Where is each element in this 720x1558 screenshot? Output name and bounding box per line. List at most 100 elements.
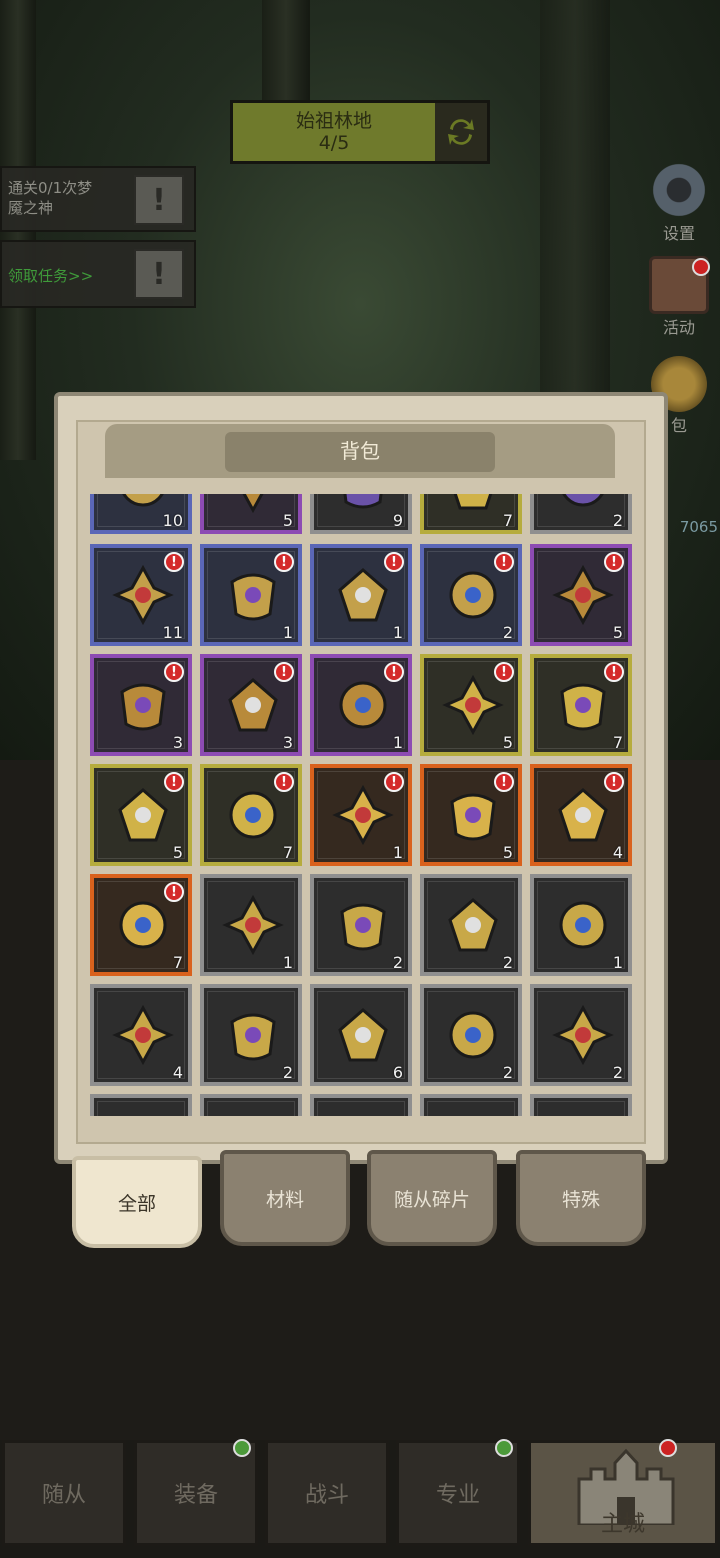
nav-battle[interactable]: 战斗 <box>265 1440 389 1546</box>
activity-button[interactable]: 活动 <box>644 256 714 338</box>
inventory-slot[interactable]: 5! <box>90 764 192 866</box>
item-count: 5 <box>502 843 513 862</box>
alert-icon: ! <box>604 772 624 792</box>
item-count: 1 <box>392 843 403 862</box>
inventory-slot[interactable]: 5! <box>420 654 522 756</box>
activity-label: 活动 <box>662 318 695 337</box>
inventory-slot[interactable]: 1! <box>310 654 412 756</box>
inventory-slot[interactable]: 2 <box>420 874 522 976</box>
item-count: 7 <box>612 733 623 752</box>
inventory-slot[interactable]: 2 <box>530 984 632 1086</box>
inventory-slot[interactable]: 10 <box>90 494 192 534</box>
inventory-slot[interactable]: 3! <box>200 654 302 756</box>
item-count: 11 <box>162 623 183 642</box>
inventory-slot[interactable]: 7! <box>530 654 632 756</box>
inventory-slot[interactable]: 7! <box>90 874 192 976</box>
inventory-slot[interactable]: 3! <box>90 654 192 756</box>
item-count: 6 <box>392 1063 403 1082</box>
alert-icon: ! <box>274 662 294 682</box>
inventory-slot[interactable]: 1 <box>200 874 302 976</box>
item-count: 1 <box>392 623 403 642</box>
slot-frame <box>317 1101 405 1116</box>
alert-icon: ! <box>274 772 294 792</box>
sun-amulet-icon <box>112 564 174 626</box>
nav-profession[interactable]: 专业 <box>396 1439 520 1546</box>
map-title-box: 始祖林地 4/5 <box>233 103 435 161</box>
item-count: 10 <box>162 511 183 530</box>
alert-icon: ! <box>384 662 404 682</box>
tab-special[interactable]: 特殊 <box>516 1150 646 1246</box>
map-banner[interactable]: 始祖林地 4/5 <box>230 100 490 164</box>
horn-item <box>453 494 493 510</box>
nav-followers[interactable]: 随从 <box>2 1440 126 1546</box>
quest-item[interactable]: 通关0/1次梦 魇之神 ! <box>0 166 196 232</box>
nav-equipment[interactable]: 装备 <box>134 1439 258 1546</box>
inventory-slot[interactable]: 5! <box>420 764 522 866</box>
inventory-slot[interactable]: 11! <box>90 544 192 646</box>
tab-label: 全部 <box>117 1192 156 1215</box>
inventory-slot[interactable]: 2 <box>310 874 412 976</box>
shuriken-icon <box>448 898 498 952</box>
inventory-slot[interactable]: 1 <box>530 874 632 976</box>
inventory-slot[interactable]: 2! <box>420 544 522 646</box>
inventory-slot[interactable]: 5! <box>530 544 632 646</box>
quest-claim-link[interactable]: 领取任务>> <box>8 266 93 286</box>
inventory-slot[interactable]: 2 <box>420 984 522 1086</box>
inventory-slot[interactable] <box>200 1094 302 1116</box>
item-count: 7 <box>282 843 293 862</box>
purple-crest-icon <box>112 1004 174 1066</box>
inventory-slot[interactable]: 1! <box>200 544 302 646</box>
inventory-slot[interactable] <box>420 1094 522 1116</box>
item-count: 2 <box>392 953 403 972</box>
inventory-slot[interactable] <box>90 1094 192 1116</box>
gear-icon <box>649 160 709 220</box>
slot-frame <box>537 1101 625 1116</box>
nav-label: 随从 <box>41 1483 86 1508</box>
crystal-item <box>242 494 264 514</box>
exclamation-icon: ! <box>134 175 184 225</box>
quest-item[interactable]: 领取任务>> ! <box>0 240 196 308</box>
alert-icon: ! <box>274 552 294 572</box>
item-count: 4 <box>612 843 623 862</box>
inventory-slot[interactable]: 4 <box>90 984 192 1086</box>
alert-icon: ! <box>384 772 404 792</box>
item-count: 3 <box>282 733 293 752</box>
tab-materials[interactable]: 材料 <box>220 1150 350 1246</box>
side-number: 7065 <box>679 518 718 536</box>
inventory-slot[interactable]: 1! <box>310 544 412 646</box>
nav-main-city[interactable]: 主城 <box>528 1439 718 1546</box>
winged-crest-icon <box>230 1013 276 1061</box>
inventory-slot[interactable]: 2 <box>530 494 632 534</box>
inventory-slot[interactable]: 7! <box>200 764 302 866</box>
gold-shield-icon <box>338 1008 388 1062</box>
tab-all[interactable]: 全部 <box>72 1156 202 1248</box>
inventory-slot[interactable]: 9 <box>310 494 412 534</box>
gear-bracer-icon <box>228 678 278 732</box>
settings-button[interactable]: 设置 <box>644 160 714 244</box>
hammer-icon <box>222 894 284 956</box>
item-count: 2 <box>502 953 513 972</box>
star-orb-icon <box>558 788 608 842</box>
tab-follower-shards[interactable]: 随从碎片 <box>367 1150 497 1246</box>
red-potion-icon <box>559 901 607 949</box>
inventory-slot[interactable]: 1! <box>310 764 412 866</box>
green-shard-icon <box>442 674 504 736</box>
inventory-slot[interactable]: 7 <box>420 494 522 534</box>
panel-title: 背包 <box>340 439 380 463</box>
tab-label: 随从碎片 <box>393 1188 470 1211</box>
notification-dot <box>659 1439 677 1457</box>
inventory-slot[interactable]: 5 <box>200 494 302 534</box>
inventory-slot[interactable]: 2 <box>200 984 302 1086</box>
sun-medal-icon <box>552 1004 614 1066</box>
map-swap-button[interactable] <box>435 103 487 161</box>
alert-icon: ! <box>164 662 184 682</box>
slot-frame <box>207 1101 295 1116</box>
inventory-slot[interactable]: 4! <box>530 764 632 866</box>
inventory-slot[interactable] <box>310 1094 412 1116</box>
item-grid[interactable]: 10 5 9 7 2 11! 1! 1! 2! 5! 3! 3! 1! 5! 7! 5! 7! 1! 5! 4! 7! 1… <box>86 494 636 1116</box>
item-count: 5 <box>612 623 623 642</box>
item-count: 1 <box>282 623 293 642</box>
inventory-slot[interactable]: 6 <box>310 984 412 1086</box>
inventory-slot[interactable] <box>530 1094 632 1116</box>
exclamation-icon: ! <box>134 249 184 299</box>
